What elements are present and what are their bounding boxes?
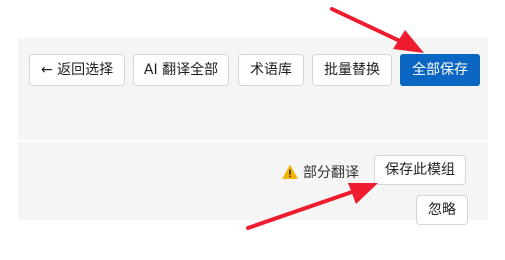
status-label: 部分翻译 bbox=[303, 165, 359, 181]
warning-icon bbox=[282, 164, 298, 180]
batch-replace-button[interactable]: 批量替换 bbox=[312, 54, 392, 86]
ai-translate-all-button[interactable]: AI 翻译全部 bbox=[133, 54, 229, 86]
save-all-button[interactable]: 全部保存 bbox=[400, 54, 480, 86]
ignore-button[interactable]: 忽略 bbox=[416, 195, 468, 225]
translation-status: 部分翻译 bbox=[282, 162, 359, 182]
save-module-button[interactable]: 保存此模组 bbox=[374, 155, 466, 185]
back-button[interactable]: ← 返回选择 bbox=[29, 54, 125, 86]
glossary-button[interactable]: 术语库 bbox=[238, 54, 304, 86]
